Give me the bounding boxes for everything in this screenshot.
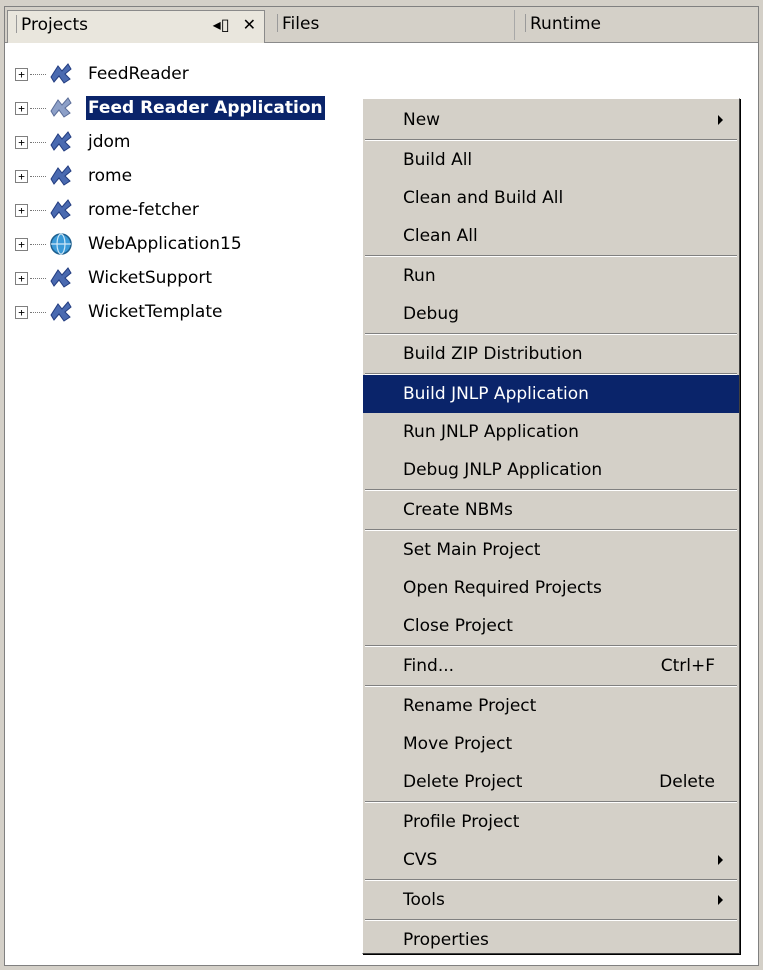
shortcut-label: Ctrl+F — [660, 656, 715, 676]
project-icon — [50, 199, 72, 220]
shortcut-label: Delete — [659, 772, 715, 792]
web-project-icon — [50, 233, 72, 255]
tree-item-label: WicketSupport — [88, 268, 213, 288]
project-icon — [50, 301, 72, 322]
project-icon — [50, 267, 72, 288]
menu-item-open-required-projects[interactable]: Open Required Projects — [363, 569, 739, 607]
menu-item-build-all[interactable]: Build All — [363, 141, 739, 179]
tree-row-wicketsupport[interactable]: + WicketSupport — [15, 261, 325, 295]
context-menu: New Build All Clean and Build All Clean … — [362, 98, 740, 954]
menu-item-debug-jnlp-application[interactable]: Debug JNLP Application — [363, 451, 739, 489]
tab-runtime[interactable]: Runtime — [517, 10, 758, 40]
tab-files[interactable]: Files — [269, 10, 515, 40]
menu-item-clean-all[interactable]: Clean All — [363, 217, 739, 255]
project-icon — [50, 165, 72, 186]
minimize-window-icon[interactable]: ◂▯ — [213, 15, 230, 34]
tree-item-label: rome-fetcher — [88, 200, 199, 220]
expand-icon[interactable]: + — [15, 237, 28, 251]
tree-item-label: jdom — [88, 132, 131, 152]
tab-projects-label: Projects — [21, 15, 89, 35]
menu-item-properties[interactable]: Properties — [363, 921, 739, 959]
project-tree: + FeedReader + Feed Reader Application +… — [15, 57, 325, 329]
menu-item-move-project[interactable]: Move Project — [363, 725, 739, 763]
menu-item-run-jnlp-application[interactable]: Run JNLP Application — [363, 413, 739, 451]
expand-icon[interactable]: + — [15, 271, 28, 285]
submenu-arrow-icon — [718, 855, 723, 865]
submenu-arrow-icon — [718, 895, 723, 905]
tree-item-label: rome — [88, 166, 133, 186]
tree-row-webapplication15[interactable]: + WebApplication15 — [15, 227, 325, 261]
expand-icon[interactable]: + — [15, 67, 28, 81]
menu-item-close-project[interactable]: Close Project — [363, 607, 739, 645]
menu-item-run[interactable]: Run — [363, 257, 739, 295]
expand-icon[interactable]: + — [15, 169, 28, 183]
menu-item-build-zip-distribution[interactable]: Build ZIP Distribution — [363, 335, 739, 373]
tree-item-label: Feed Reader Application — [86, 96, 325, 120]
expand-icon[interactable]: + — [15, 135, 28, 149]
submenu-arrow-icon — [718, 115, 723, 125]
menu-item-find[interactable]: Find... Ctrl+F — [363, 647, 739, 685]
menu-item-cvs[interactable]: CVS — [363, 841, 739, 879]
menu-item-create-nbms[interactable]: Create NBMs — [363, 491, 739, 529]
tree-row-rome-fetcher[interactable]: + rome-fetcher — [15, 193, 325, 227]
tab-projects[interactable]: Projects ◂▯ ✕ — [7, 10, 265, 43]
tab-runtime-label: Runtime — [530, 14, 602, 34]
expand-icon[interactable]: + — [15, 101, 28, 115]
menu-item-delete-project[interactable]: Delete Project Delete — [363, 763, 739, 801]
project-icon — [50, 131, 72, 152]
tree-row-rome[interactable]: + rome — [15, 159, 325, 193]
tree-item-label: FeedReader — [88, 64, 189, 84]
menu-item-debug[interactable]: Debug — [363, 295, 739, 333]
menu-item-build-jnlp-application[interactable]: Build JNLP Application — [363, 375, 739, 413]
menu-item-new[interactable]: New — [363, 101, 739, 139]
menu-item-tools[interactable]: Tools — [363, 881, 739, 919]
close-icon[interactable]: ✕ — [243, 15, 256, 34]
menu-item-profile-project[interactable]: Profile Project — [363, 803, 739, 841]
tree-row-jdom[interactable]: + jdom — [15, 125, 325, 159]
project-icon — [50, 97, 72, 118]
tree-row-feedreader[interactable]: + FeedReader — [15, 57, 325, 91]
tree-row-wickettemplate[interactable]: + WicketTemplate — [15, 295, 325, 329]
tree-row-feed-reader-application[interactable]: + Feed Reader Application — [15, 91, 325, 125]
tab-bar: Projects ◂▯ ✕ Files Runtime — [5, 7, 758, 43]
menu-item-rename-project[interactable]: Rename Project — [363, 687, 739, 725]
menu-item-clean-and-build-all[interactable]: Clean and Build All — [363, 179, 739, 217]
project-icon — [50, 63, 72, 84]
tree-item-label: WebApplication15 — [88, 234, 242, 254]
expand-icon[interactable]: + — [15, 305, 28, 319]
tree-item-label: WicketTemplate — [88, 302, 223, 322]
expand-icon[interactable]: + — [15, 203, 28, 217]
tab-files-label: Files — [282, 14, 320, 34]
menu-item-set-main-project[interactable]: Set Main Project — [363, 531, 739, 569]
